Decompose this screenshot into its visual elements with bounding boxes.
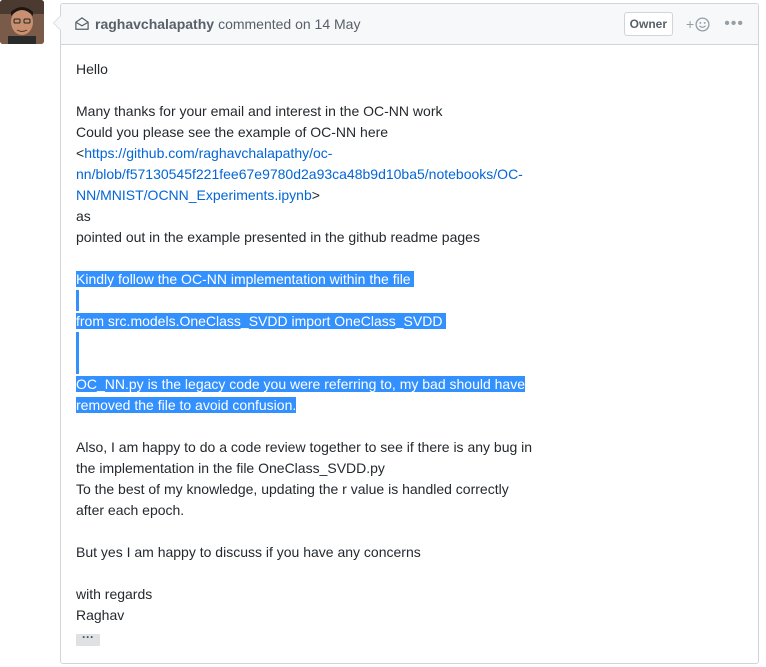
body-line: Raghav [76, 607, 125, 623]
notebook-link[interactable]: nn/blob/f57130545f221fee67e9780d2a93ca48… [76, 166, 523, 182]
body-line: Also, I am happy to do a code review tog… [76, 439, 533, 455]
body-line: the implementation in the file OneClass_… [76, 460, 385, 476]
selected-text: OC_NN.py is the legacy code you were ref… [76, 376, 526, 392]
body-line: To the best of my knowledge, updating th… [76, 481, 509, 497]
selected-line: Kindly follow the OC-NN implementation w… [76, 269, 744, 290]
plus-label: + [686, 16, 695, 32]
selected-text: Kindly follow the OC-NN implementation w… [76, 271, 411, 287]
notebook-link[interactable]: https://github.com/raghavchalapathy/oc- [84, 145, 332, 161]
body-line: Hello [76, 61, 108, 77]
link-bracket: > [311, 187, 320, 203]
body-line: NN/MNIST/OCNN_Experiments.ipynb> [76, 185, 744, 206]
notebook-link[interactable]: NN/MNIST/OCNN_Experiments.ipynb [76, 187, 312, 203]
comment-body: Hello Many thanks for your email and int… [61, 45, 758, 647]
kebab-horizontal-icon[interactable]: ••• [724, 16, 744, 32]
comment-box: raghavchalapathy commented on 14 May Own… [53, 3, 759, 664]
selected-line: from src.models.OneClass_SVDD import One… [76, 311, 744, 332]
body-line: pointed out in the example presented in … [76, 229, 480, 245]
selected-line: removed the file to avoid confusion. [76, 395, 744, 416]
body-line: as [76, 208, 91, 224]
selected-text: removed the file to avoid confusion. [76, 397, 297, 413]
comment-header: raghavchalapathy commented on 14 May Own… [61, 4, 758, 45]
body-line: with regards [76, 586, 153, 602]
owner-badge: Owner [623, 12, 673, 36]
body-line: nn/blob/f57130545f221fee67e9780d2a93ca48… [76, 164, 744, 185]
body-line: Many thanks for your email and interest … [76, 103, 443, 119]
avatar-image [0, 0, 44, 44]
author-link[interactable]: raghavchalapathy [95, 16, 214, 32]
body-line: But yes I am happy to discuss if you hav… [76, 544, 421, 560]
selected-text: from src.models.OneClass_SVDD import One… [76, 313, 443, 329]
expand-hidden-text-button[interactable]: ··· [76, 631, 100, 646]
comment-timestamp[interactable]: commented on 14 May [218, 16, 360, 32]
body-line: Could you please see the example of OC-N… [76, 124, 389, 140]
avatar[interactable] [0, 0, 44, 44]
body-line: after each epoch. [76, 502, 185, 518]
add-reaction-button[interactable]: + [686, 16, 710, 32]
body-line: <https://github.com/raghavchalapathy/oc- [76, 143, 744, 164]
selected-line: OC_NN.py is the legacy code you were ref… [76, 374, 744, 395]
link-bracket: < [76, 145, 85, 161]
smiley-icon [695, 16, 710, 32]
mail-icon [75, 16, 91, 32]
